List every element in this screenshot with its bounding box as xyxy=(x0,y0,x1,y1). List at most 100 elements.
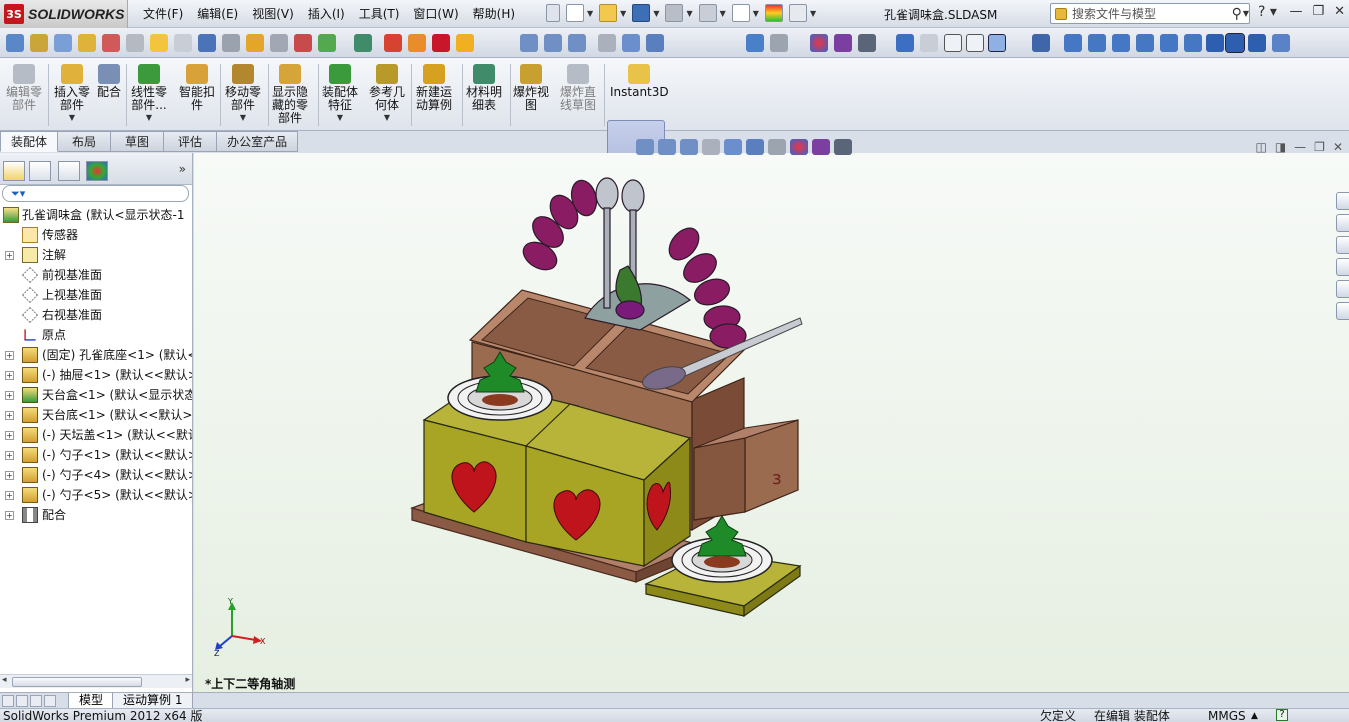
menu-view[interactable]: 视图(V) xyxy=(245,5,301,23)
warning-icon[interactable] xyxy=(246,34,264,52)
right-view-icon[interactable] xyxy=(1136,34,1154,52)
scroll-right-icon[interactable]: ▸ xyxy=(185,675,190,685)
linear-pattern-button[interactable]: 线性零 部件... ▼ xyxy=(131,64,167,122)
split-vertical-icon[interactable]: ◨ xyxy=(1275,140,1286,154)
task-pane-appearance-icon[interactable] xyxy=(1336,280,1349,298)
display-style-icon[interactable] xyxy=(646,34,664,52)
smart-fasteners-button[interactable]: 智能扣件 xyxy=(179,64,215,112)
last-tab-icon[interactable] xyxy=(44,695,56,707)
search-icon[interactable]: ⚲ xyxy=(1232,6,1242,22)
task-pane-home-icon[interactable] xyxy=(1336,192,1349,210)
tree-node[interactable]: + (-) 抽屉<1> (默认<<默认> xyxy=(0,365,192,385)
color-edit-icon[interactable] xyxy=(810,34,828,52)
task-pane-palette-icon[interactable] xyxy=(1336,258,1349,276)
shaded-edges-cube-icon[interactable] xyxy=(988,34,1006,52)
sphere-icon[interactable] xyxy=(920,34,938,52)
render-icon[interactable] xyxy=(858,34,876,52)
apply-scene-hud-icon[interactable] xyxy=(812,139,830,155)
viewport-close-icon[interactable]: ✕ xyxy=(1333,140,1343,154)
zoom-to-fit-icon[interactable] xyxy=(636,139,654,155)
tree-node[interactable]: + 配合 xyxy=(0,505,192,525)
expand-toggle-icon[interactable]: + xyxy=(5,491,14,500)
rebuild-icon[interactable] xyxy=(764,4,783,22)
view-settings-hud-icon[interactable] xyxy=(834,139,852,155)
task-pane-properties-icon[interactable] xyxy=(1336,302,1349,320)
mate-button[interactable]: 配合 xyxy=(97,64,121,99)
checkbox-icon[interactable] xyxy=(150,34,168,52)
tree-node[interactable]: + (-) 勺子<4> (默认<<默认> xyxy=(0,465,192,485)
task-pane-explorer-icon[interactable] xyxy=(1336,236,1349,254)
save-icon[interactable] xyxy=(632,4,651,22)
note-icon[interactable] xyxy=(78,34,96,52)
normal-to-icon[interactable] xyxy=(1032,34,1050,52)
tab-evaluate[interactable]: 评估 xyxy=(164,131,218,152)
search-box[interactable]: 搜索文件与模型 ⚲ ▼ xyxy=(1050,3,1250,24)
tab-layout[interactable]: 布局 xyxy=(58,131,112,152)
tab-motion-study[interactable]: 运动算例 1 xyxy=(112,693,194,709)
table-icon[interactable] xyxy=(354,34,372,52)
move-component-button[interactable]: 移动零 部件 ▼ xyxy=(225,64,261,122)
restore-icon[interactable]: ❐ xyxy=(1312,4,1324,19)
menu-insert[interactable]: 插入(I) xyxy=(301,5,352,23)
new-document-icon[interactable] xyxy=(566,4,584,22)
exploded-view-button[interactable]: 爆炸视图 xyxy=(513,64,549,112)
insert-components-button[interactable]: 插入零 部件 ▼ xyxy=(54,64,90,122)
insert-components-dropdown-icon[interactable]: ▼ xyxy=(69,113,75,122)
scene-apply-icon[interactable] xyxy=(834,34,852,52)
expand-toggle-icon[interactable]: + xyxy=(5,371,14,380)
viewport-minimize-icon[interactable]: — xyxy=(1294,140,1306,154)
expand-toggle-icon[interactable]: + xyxy=(5,431,14,440)
instant3d-button[interactable]: Instant3D xyxy=(610,64,669,99)
tree-node[interactable]: + (-) 勺子<1> (默认<<默认> xyxy=(0,445,192,465)
status-units-dropdown-icon[interactable]: ▲ xyxy=(1251,709,1258,722)
configuration-manager-tab-icon[interactable] xyxy=(58,161,80,181)
filter-icon[interactable]: ⏷▾ xyxy=(11,187,25,201)
assembly-features-dropdown-icon[interactable]: ▼ xyxy=(337,113,343,122)
previous-view-hud-icon[interactable] xyxy=(680,139,698,155)
show-hidden-components-button[interactable]: 显示隐 藏的零 部件 xyxy=(272,64,308,125)
solidworks-logo[interactable]: 3S SOLIDWORKS xyxy=(0,0,128,28)
rotate-view-icon[interactable] xyxy=(746,34,764,52)
front-view-icon[interactable] xyxy=(1064,34,1082,52)
tree-node[interactable]: 上视基准面 xyxy=(0,285,192,305)
property-manager-tab-icon[interactable] xyxy=(29,161,51,181)
linear-pattern-dropdown-icon[interactable]: ▼ xyxy=(146,113,152,122)
viewport-restore-icon[interactable]: ❐ xyxy=(1314,140,1325,154)
previous-view-icon[interactable] xyxy=(568,34,586,52)
menu-file[interactable]: 文件(F) xyxy=(136,5,190,23)
assembly-features-button[interactable]: 装配体 特征 ▼ xyxy=(322,64,358,122)
task-pane-library-icon[interactable] xyxy=(1336,214,1349,232)
move-component-dropdown-icon[interactable]: ▼ xyxy=(240,113,246,122)
wireframe-cube-icon[interactable] xyxy=(944,34,962,52)
select-cursor-icon[interactable] xyxy=(731,4,750,22)
hide-show-icon[interactable] xyxy=(770,34,788,52)
search-dropdown-icon[interactable]: ▼ xyxy=(1243,9,1249,18)
undo-icon[interactable] xyxy=(698,4,717,22)
tree-node[interactable]: 右视基准面 xyxy=(0,305,192,325)
tree-node[interactable]: 原点 xyxy=(0,325,192,345)
reference-geometry-dropdown-icon[interactable]: ▼ xyxy=(384,113,390,122)
split-horizontal-icon[interactable]: ◫ xyxy=(1255,140,1266,154)
scroll-left-icon[interactable]: ◂ xyxy=(2,675,7,685)
reference-geometry-button[interactable]: 参考几 何体 ▼ xyxy=(369,64,405,122)
feature-tree-tab-icon[interactable] xyxy=(3,161,25,181)
graphics-area[interactable]: ɜ xyxy=(194,153,1349,692)
status-help-icon[interactable]: ? xyxy=(1276,709,1288,721)
tab-assembly[interactable]: 装配体 xyxy=(0,131,59,152)
close-icon[interactable]: ✕ xyxy=(1334,4,1345,19)
tree-node[interactable]: + (-) 天坛盖<1> (默认<<默认 xyxy=(0,425,192,445)
display-manager-tab-icon[interactable] xyxy=(86,161,108,181)
isometric-view-icon[interactable] xyxy=(1206,34,1224,52)
new-motion-study-button[interactable]: 新建运 动算例 xyxy=(416,64,452,112)
expand-toggle-icon[interactable]: + xyxy=(5,351,14,360)
expand-panel-icon[interactable]: » xyxy=(179,162,186,176)
weld-icon[interactable] xyxy=(222,34,240,52)
trimetric-view-icon[interactable] xyxy=(1225,33,1245,53)
left-view-icon[interactable] xyxy=(1112,34,1130,52)
motion-icon[interactable] xyxy=(384,34,402,52)
tree-root-assembly[interactable]: 孔雀调味盒 (默认<显示状态-1 xyxy=(0,205,192,225)
zoom-area-icon[interactable] xyxy=(544,34,562,52)
edit-component-button[interactable]: 编辑零 部件 xyxy=(6,64,42,112)
measure-icon[interactable] xyxy=(294,34,312,52)
spell-check-icon[interactable] xyxy=(6,34,24,52)
